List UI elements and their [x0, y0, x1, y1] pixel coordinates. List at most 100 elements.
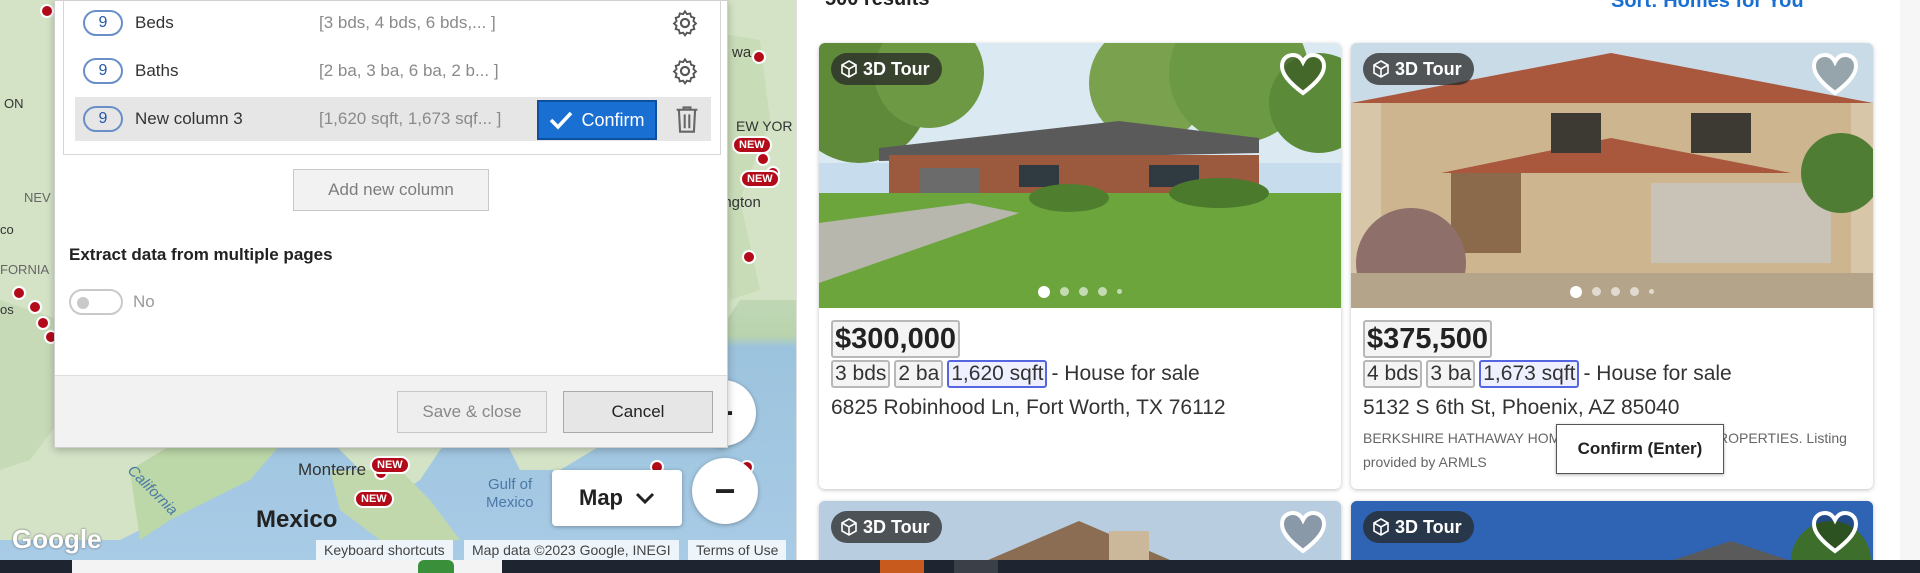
map-label-york: EW YOR	[736, 118, 793, 134]
listing-address[interactable]: 5132 S 6th St, Phoenix, AZ 85040	[1363, 396, 1861, 420]
map-new-tag[interactable]: NEW	[354, 490, 394, 508]
carousel-dot[interactable]	[1649, 289, 1654, 294]
cube-icon	[841, 60, 857, 78]
carousel-dot[interactable]	[1592, 287, 1601, 296]
listing-facts: 4 bds 3 ba 1,673 sqft - House for sale	[1363, 360, 1861, 388]
tour-label: 3D Tour	[863, 58, 930, 79]
gear-icon[interactable]	[671, 9, 699, 37]
extract-multiple-pages-title: Extract data from multiple pages	[69, 245, 333, 264]
photo-carousel-dots[interactable]	[1351, 286, 1873, 298]
map-marker[interactable]	[36, 316, 50, 330]
column-row-new-column-3[interactable]: 9 New column 3 [1,620 sqft, 1,673 sqf...…	[75, 97, 711, 141]
beds-chip: 4 bds	[1363, 360, 1423, 388]
listing-address[interactable]: 6825 Robinhood Ln, Fort Worth, TX 76112	[831, 396, 1329, 420]
listings-panel: 500 results Sort: Homes for You	[796, 0, 1920, 573]
listing-photo[interactable]: 3D Tour	[1351, 43, 1873, 308]
3d-tour-badge: 3D Tour	[1363, 511, 1474, 543]
save-close-button[interactable]: Save & close	[397, 391, 547, 433]
column-row-baths[interactable]: 9 Baths [2 ba, 3 ba, 6 ba, 2 b... ]	[75, 49, 711, 93]
map-marker[interactable]	[40, 4, 54, 18]
map-label-nev: NEV	[24, 190, 51, 205]
taskbar	[0, 560, 1920, 573]
tour-label: 3D Tour	[863, 516, 930, 537]
heart-icon[interactable]	[1811, 511, 1859, 555]
map-data-attribution: Map data ©2023 Google, INEGI	[464, 540, 679, 560]
map-marker[interactable]	[756, 152, 770, 166]
check-icon	[550, 111, 573, 130]
taskbar-app-icon[interactable]	[880, 560, 924, 573]
column-count-badge: 9	[83, 10, 123, 36]
map-marker[interactable]	[752, 50, 766, 64]
carousel-dot[interactable]	[1570, 286, 1582, 298]
map-label-wa: wa	[732, 44, 752, 61]
terms-of-use-link[interactable]: Terms of Use	[688, 540, 787, 560]
cancel-button[interactable]: Cancel	[563, 391, 713, 433]
keyboard-shortcuts-link[interactable]: Keyboard shortcuts	[316, 540, 453, 560]
carousel-dot[interactable]	[1630, 287, 1639, 296]
column-row-beds[interactable]: 9 Beds [3 bds, 4 bds, 6 bds,... ]	[75, 1, 711, 45]
taskbar-app-icon[interactable]	[954, 560, 998, 573]
column-preview: [1,620 sqft, 1,673 sqf... ]	[319, 109, 502, 128]
baths-chip: 2 ba	[894, 360, 944, 388]
map-label-gulf2: Mexico	[486, 494, 534, 511]
trash-icon[interactable]	[673, 104, 701, 134]
multiple-pages-toggle[interactable]	[69, 289, 123, 315]
extract-data-dialog: 9 Beds [3 bds, 4 bds, 6 bds,... ] 9 Bath…	[54, 0, 728, 448]
map-label-monterrey: Monterre	[298, 460, 367, 479]
listings-scrollbar[interactable]	[1900, 0, 1920, 560]
photo-carousel-dots[interactable]	[819, 286, 1341, 298]
gear-icon[interactable]	[671, 57, 699, 85]
cube-icon	[841, 518, 857, 536]
carousel-dot[interactable]	[1038, 286, 1050, 298]
cube-icon	[1373, 60, 1389, 78]
3d-tour-badge: 3D Tour	[831, 511, 942, 543]
listing-card[interactable]: 3D Tour $300,000 3 bds 2 ba 1,620 sqft -…	[819, 43, 1341, 489]
tour-label: 3D Tour	[1395, 516, 1462, 537]
carousel-dot[interactable]	[1117, 289, 1122, 294]
map-label-mexico: Mexico	[256, 506, 338, 533]
confirm-button[interactable]: Confirm	[537, 100, 657, 140]
listing-price: $375,500	[1363, 320, 1492, 358]
google-logo: Google	[12, 524, 102, 554]
map-toggle-button[interactable]: Map	[552, 470, 682, 526]
map-label-fornia: FORNIA	[0, 262, 50, 277]
toggle-knob	[77, 297, 89, 309]
results-count: 500 results	[825, 0, 930, 11]
map-marker[interactable]	[28, 300, 42, 314]
column-name[interactable]: Baths	[135, 61, 315, 81]
listing-type: - House for sale	[1583, 362, 1732, 385]
heart-icon[interactable]	[1279, 53, 1327, 97]
zoom-out-button[interactable]: −	[692, 458, 758, 524]
taskbar-app-icon[interactable]	[418, 560, 454, 573]
carousel-dot[interactable]	[1079, 287, 1088, 296]
baths-chip: 3 ba	[1426, 360, 1476, 388]
map-marker[interactable]	[12, 286, 26, 300]
listing-facts: 3 bds 2 ba 1,620 sqft - House for sale	[831, 360, 1329, 388]
map-label-on: ON	[4, 96, 24, 111]
listing-photo[interactable]: 3D Tour	[819, 43, 1341, 308]
heart-icon[interactable]	[1811, 53, 1859, 97]
carousel-dot[interactable]	[1060, 287, 1069, 296]
carousel-dot[interactable]	[1611, 287, 1620, 296]
map-new-tag[interactable]: NEW	[740, 170, 780, 188]
minus-icon: −	[714, 470, 736, 511]
3d-tour-badge: 3D Tour	[831, 53, 942, 85]
sort-dropdown[interactable]: Sort: Homes for You	[1611, 0, 1804, 13]
column-preview: [3 bds, 4 bds, 6 bds,... ]	[319, 13, 496, 32]
carousel-dot[interactable]	[1098, 287, 1107, 296]
app-root: ON NEV co FORNIA os wa EW YOR ington Mon…	[0, 0, 1920, 573]
sqft-chip: 1,620 sqft	[947, 360, 1048, 388]
toggle-label: No	[133, 292, 155, 311]
beds-chip: 3 bds	[831, 360, 891, 388]
add-new-column-button[interactable]: Add new column	[293, 169, 489, 211]
column-name[interactable]: Beds	[135, 13, 315, 33]
map-new-tag[interactable]: NEW	[370, 456, 410, 474]
column-count-badge: 9	[83, 58, 123, 84]
map-new-tag[interactable]: NEW	[732, 136, 772, 154]
chevron-down-icon	[635, 492, 655, 505]
column-name[interactable]: New column 3	[135, 109, 315, 129]
listing-card[interactable]: 3D Tour $375,500 4 bds 3 ba 1,673 sqft -…	[1351, 43, 1873, 489]
map-marker[interactable]	[742, 250, 756, 264]
heart-icon[interactable]	[1279, 511, 1327, 555]
map-label-os: os	[0, 302, 14, 317]
